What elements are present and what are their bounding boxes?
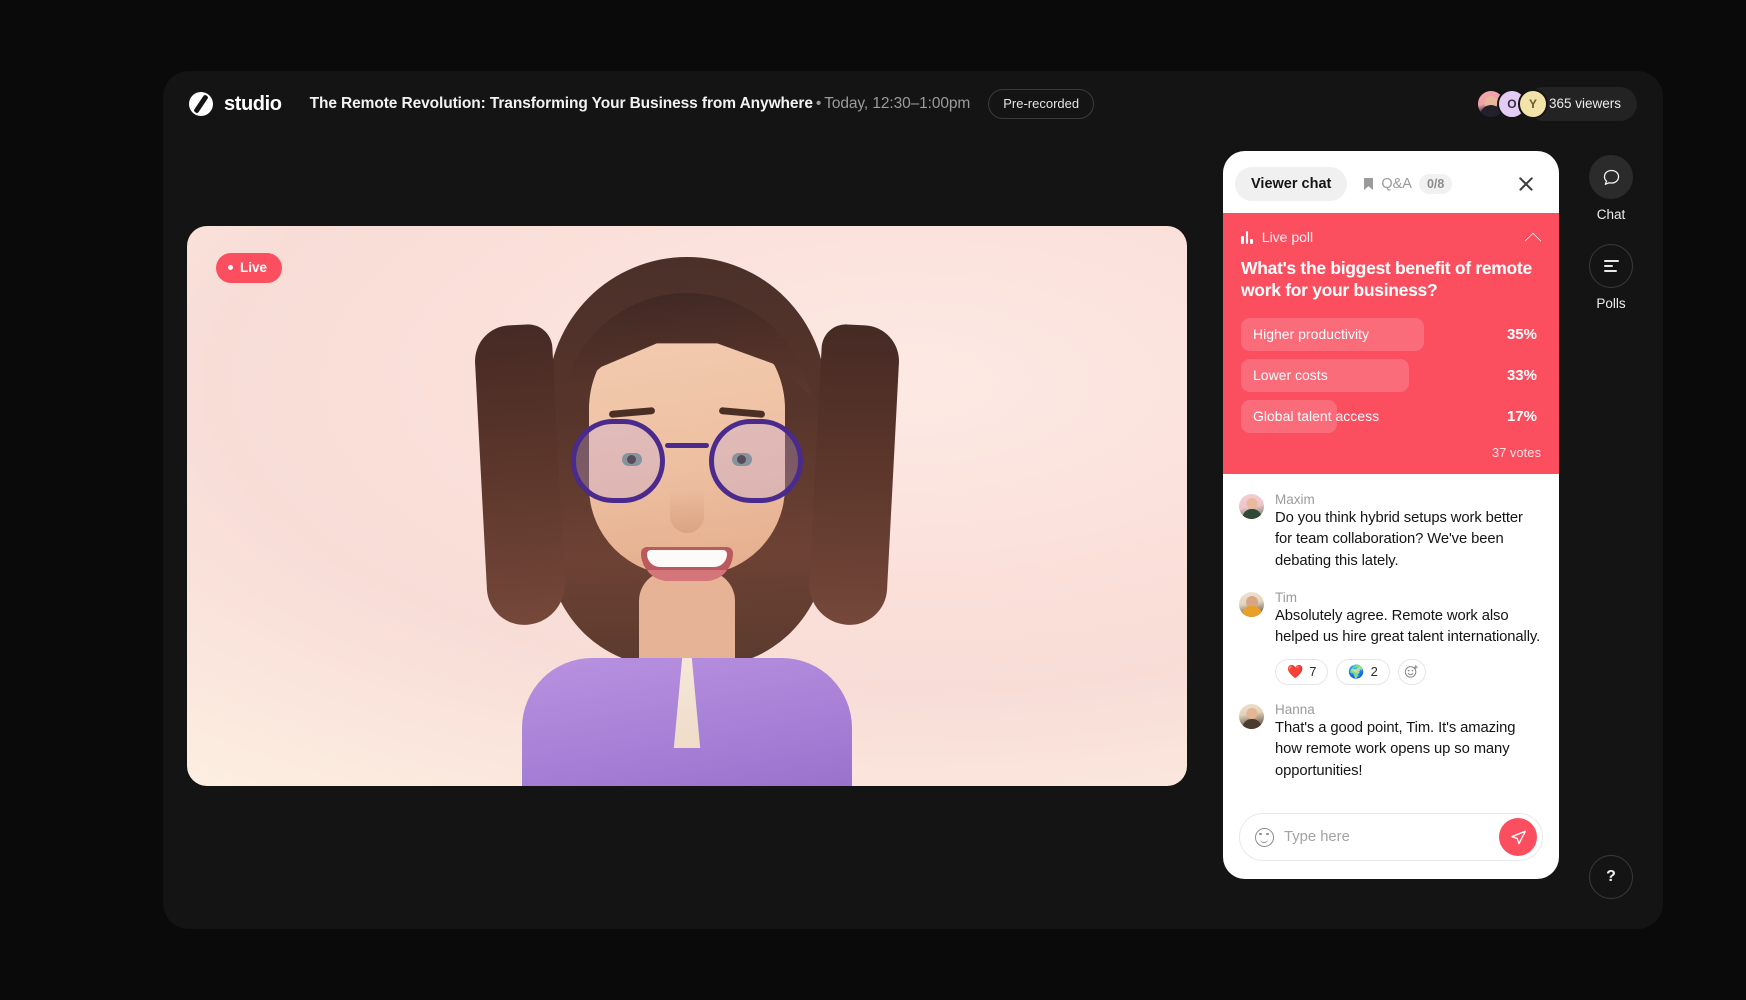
emoji-icon[interactable] <box>1255 827 1274 847</box>
chat-tab-bar: Viewer chat Q&A 0/8 <box>1223 151 1559 213</box>
session-time: Today, 12:30–1:00pm <box>824 95 971 112</box>
message-author: Hanna <box>1275 701 1315 717</box>
send-icon <box>1510 830 1526 844</box>
poll-option[interactable]: Lower costs 33% <box>1241 358 1541 392</box>
poll-option-percent: 17% <box>1506 407 1537 425</box>
chat-message-list[interactable]: Maxim Do you think hybrid setups work be… <box>1223 474 1559 803</box>
poll-header: Live poll <box>1241 229 1541 245</box>
status-badge: Pre-recorded <box>988 89 1095 119</box>
rail-item-label: Polls <box>1596 296 1626 311</box>
tab-qa-label: Q&A <box>1381 176 1412 192</box>
composer-field-wrap <box>1239 813 1543 861</box>
live-poll-card: Live poll What's the biggest benefit of … <box>1223 213 1559 474</box>
list-item: Tim Absolutely agree. Remote work also h… <box>1239 590 1543 685</box>
avatar <box>1239 703 1264 729</box>
brand-logo[interactable]: studio <box>189 92 282 116</box>
session-title-text: The Remote Revolution: Transforming Your… <box>309 95 813 112</box>
send-button[interactable] <box>1499 818 1537 856</box>
list-item: Maxim Do you think hybrid setups work be… <box>1239 492 1543 573</box>
globe-icon: 🌍 <box>1348 663 1365 679</box>
chat-bubble-icon <box>1589 155 1633 199</box>
brand-name: studio <box>224 92 282 115</box>
live-badge-label: Live <box>240 260 268 275</box>
poll-option[interactable]: Higher productivity 35% <box>1241 317 1541 351</box>
video-stage[interactable]: Live <box>187 226 1187 786</box>
help-button[interactable]: ? <box>1589 855 1633 899</box>
message-text: That's a good point, Tim. It's amazing h… <box>1275 719 1516 779</box>
message-author: Maxim <box>1275 491 1315 507</box>
lower-lip <box>648 570 726 581</box>
shoulders <box>522 658 852 786</box>
lens-right <box>709 419 803 503</box>
poll-options-list: Higher productivity 35% Lower costs 33% … <box>1241 317 1541 433</box>
poll-option[interactable]: Global talent access 17% <box>1241 399 1541 433</box>
poll-vote-count: 37 votes <box>1491 444 1541 460</box>
reaction-chip[interactable]: 🌍 2 <box>1336 658 1390 685</box>
poll-option-percent: 35% <box>1506 325 1537 343</box>
list-item: Hanna That's a good point, Tim. It's ama… <box>1239 702 1543 783</box>
qa-count-badge: 0/8 <box>1418 174 1453 194</box>
session-title: The Remote Revolution: Transforming Your… <box>310 95 971 113</box>
poll-option-label: Lower costs <box>1253 367 1328 384</box>
rail-item-polls[interactable]: Polls <box>1589 244 1633 311</box>
message-reactions: ❤️ 7 🌍 2 <box>1275 658 1543 685</box>
message-text: Absolutely agree. Remote work also helpe… <box>1275 607 1541 646</box>
bookmark-icon <box>1364 178 1374 190</box>
poll-option-label: Higher productivity <box>1253 326 1369 343</box>
message-text: Do you think hybrid setups work better f… <box>1275 509 1523 569</box>
chat-composer <box>1223 803 1559 879</box>
right-rail: Chat Polls <box>1559 155 1663 311</box>
live-dot-icon <box>228 265 233 270</box>
chevron-up-icon[interactable] <box>1525 229 1541 245</box>
message-body: Maxim Do you think hybrid setups work be… <box>1275 492 1543 573</box>
rail-item-chat[interactable]: Chat <box>1589 155 1633 222</box>
hair-left <box>473 323 567 627</box>
polls-bars-icon <box>1589 244 1633 288</box>
title-separator: • <box>815 95 822 112</box>
viewer-avatar-stack[interactable]: O Y <box>1475 89 1548 119</box>
studio-disc-logo-icon <box>189 92 213 116</box>
rail-item-label: Chat <box>1596 207 1626 222</box>
reaction-count: 2 <box>1370 663 1378 679</box>
bar-chart-icon <box>1241 230 1253 244</box>
tab-viewer-chat[interactable]: Viewer chat <box>1235 167 1348 201</box>
avatar <box>1239 591 1264 617</box>
nose <box>670 491 704 533</box>
app-header: studio The Remote Revolution: Transformi… <box>163 71 1663 137</box>
speaker-video-frame <box>437 241 937 786</box>
poll-option-label: Global talent access <box>1253 408 1380 425</box>
reaction-chip[interactable]: ❤️ 7 <box>1275 658 1329 685</box>
poll-label: Live poll <box>1261 229 1314 245</box>
live-badge: Live <box>216 253 283 283</box>
poll-option-percent: 33% <box>1506 366 1537 384</box>
chat-panel: Viewer chat Q&A 0/8 Live poll What's the… <box>1223 151 1559 879</box>
message-author: Tim <box>1275 589 1297 605</box>
teeth <box>647 550 727 567</box>
lens-left <box>571 419 665 503</box>
add-reaction-icon[interactable] <box>1397 658 1426 685</box>
app-window: studio The Remote Revolution: Transformi… <box>163 71 1663 929</box>
message-body: Hanna That's a good point, Tim. It's ama… <box>1275 702 1543 783</box>
mouth <box>641 547 733 581</box>
close-icon[interactable] <box>1513 171 1539 197</box>
heart-icon: ❤️ <box>1287 663 1304 679</box>
header-right-group: O Y 365 viewers <box>1475 87 1637 121</box>
glasses-bridge <box>665 443 709 448</box>
message-body: Tim Absolutely agree. Remote work also h… <box>1275 590 1543 685</box>
avatar <box>1239 493 1264 519</box>
poll-question: What's the biggest benefit of remote wor… <box>1241 258 1532 301</box>
tab-qa[interactable]: Q&A 0/8 <box>1353 165 1460 203</box>
chat-input[interactable] <box>1284 829 1489 845</box>
reaction-count: 7 <box>1309 663 1317 679</box>
hair-right <box>807 323 901 627</box>
avatar: Y <box>1517 89 1548 119</box>
polls-bars-glyph <box>1603 259 1619 273</box>
